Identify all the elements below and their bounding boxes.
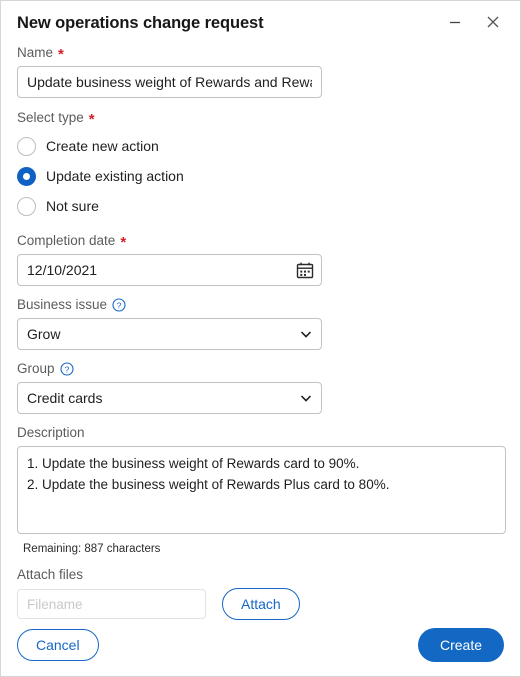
- chevron-down-icon[interactable]: [298, 318, 314, 350]
- business-issue-label-text: Business issue: [17, 297, 108, 312]
- attach-row: Attach: [17, 588, 504, 620]
- radio-label-not-sure: Not sure: [46, 198, 99, 214]
- attach-button[interactable]: Attach: [222, 588, 300, 620]
- new-operations-change-request-dialog: New operations change request Name * Upd…: [0, 0, 521, 677]
- group-label: Group ?: [17, 361, 504, 377]
- name-required-marker: *: [58, 46, 64, 63]
- remaining-characters: Remaining: 887 characters: [23, 543, 161, 555]
- radio-icon-unchecked: [17, 136, 36, 156]
- select-type-label: Select type *: [17, 110, 504, 128]
- field-completion-date: Completion date *: [17, 233, 504, 286]
- description-label-text: Description: [17, 425, 85, 440]
- radio-label-create-new-action: Create new action: [46, 138, 159, 154]
- dialog-titlebar: New operations change request: [1, 1, 520, 45]
- description-textarea[interactable]: [17, 446, 506, 534]
- select-type-required-marker: *: [88, 111, 95, 128]
- field-attach-files: Attach files Attach: [17, 567, 504, 620]
- radio-create-new-action[interactable]: Create new action: [17, 131, 504, 161]
- radio-not-sure[interactable]: Not sure: [17, 191, 504, 221]
- radio-update-existing-action[interactable]: Update existing action: [17, 161, 504, 191]
- name-label: Name *: [17, 45, 504, 63]
- create-button[interactable]: Create: [417, 628, 504, 662]
- calendar-icon[interactable]: [296, 254, 314, 286]
- field-name: Name *: [17, 45, 504, 98]
- radio-icon-checked: [17, 166, 36, 186]
- svg-text:?: ?: [64, 364, 69, 374]
- help-circle-icon[interactable]: ?: [59, 362, 74, 376]
- completion-date-label-text: Completion date: [17, 233, 116, 248]
- attach-files-label-text: Attach files: [17, 567, 84, 582]
- radio-icon-unchecked: [17, 196, 36, 216]
- dialog-footer: Cancel Create: [17, 628, 504, 662]
- field-business-issue: Business issue ?: [17, 297, 504, 350]
- business-issue-select[interactable]: [17, 318, 322, 350]
- group-select-wrap: [17, 382, 322, 414]
- select-type-label-text: Select type: [17, 110, 84, 125]
- field-description: Description Remaining: 887 characters: [17, 425, 506, 555]
- name-input[interactable]: [17, 66, 322, 98]
- help-circle-icon[interactable]: ?: [112, 298, 126, 312]
- cancel-button[interactable]: Cancel: [17, 629, 99, 661]
- description-label: Description: [17, 425, 504, 441]
- completion-date-required-marker: *: [120, 234, 127, 251]
- field-group: Group ?: [17, 361, 504, 414]
- business-issue-label: Business issue ?: [17, 297, 504, 313]
- chevron-down-icon[interactable]: [298, 382, 314, 414]
- dialog-title: New operations change request: [17, 13, 264, 32]
- attach-files-label: Attach files: [17, 567, 504, 583]
- window-controls: [438, 7, 510, 37]
- close-button[interactable]: [476, 7, 510, 37]
- business-issue-select-wrap: [17, 318, 322, 350]
- completion-date-input[interactable]: [17, 254, 322, 286]
- svg-text:?: ?: [117, 300, 122, 310]
- dialog-body: Name * Select type * Create new action U…: [1, 45, 520, 620]
- close-icon: [485, 14, 501, 30]
- minimize-icon: [448, 15, 462, 29]
- group-select[interactable]: [17, 382, 322, 414]
- radio-label-update-existing-action: Update existing action: [46, 168, 184, 184]
- completion-date-label: Completion date *: [17, 233, 504, 251]
- group-label-text: Group: [17, 361, 55, 376]
- name-label-text: Name: [17, 45, 54, 60]
- field-select-type: Select type * Create new action Update e…: [17, 110, 504, 221]
- filename-input[interactable]: [17, 589, 206, 619]
- minimize-button[interactable]: [438, 7, 472, 37]
- completion-date-input-wrap: [17, 254, 322, 286]
